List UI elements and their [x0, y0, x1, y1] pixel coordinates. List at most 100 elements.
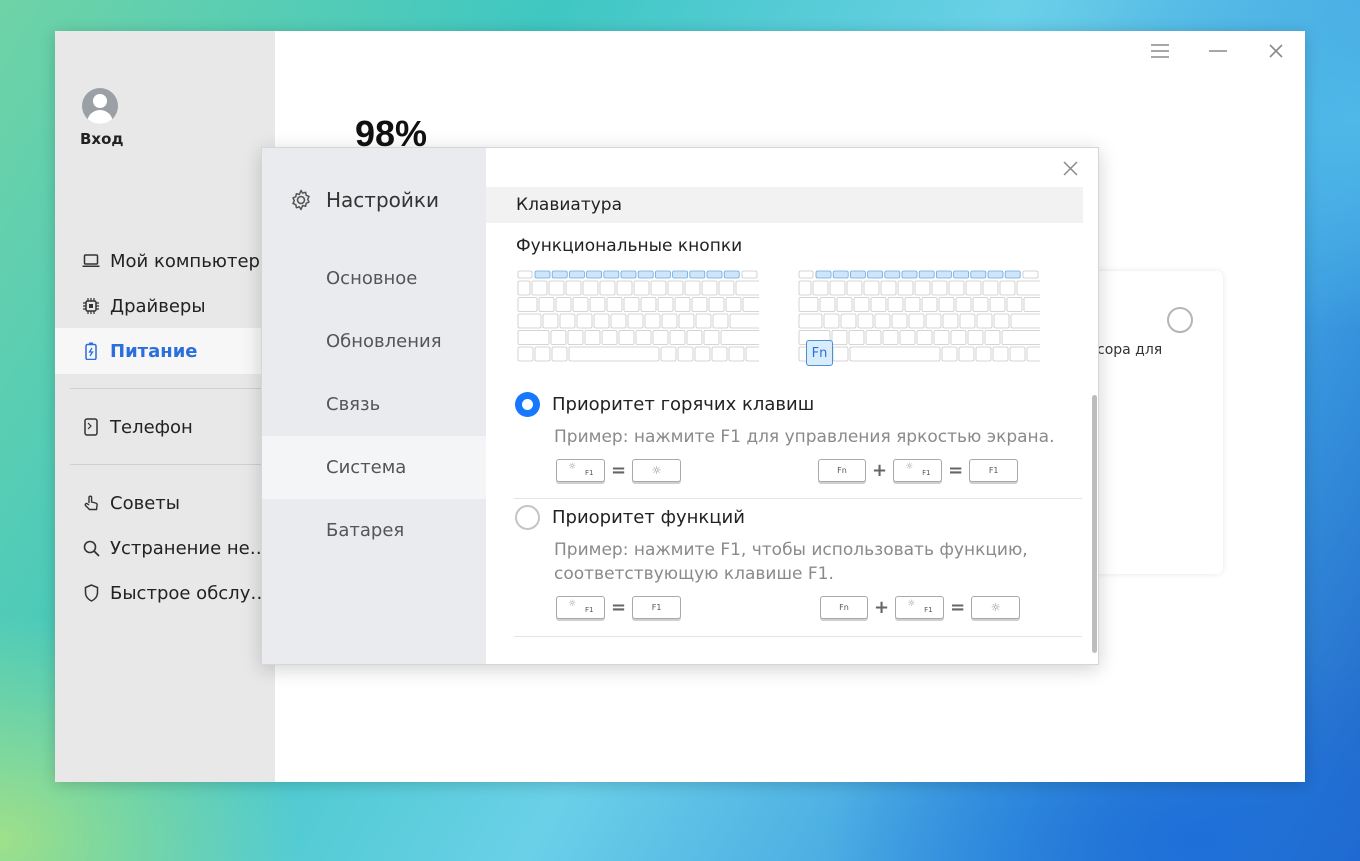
sidebar-item-label: Мой компьютер [110, 250, 260, 272]
keyboard-key [884, 270, 901, 279]
keyboard-key [1023, 297, 1040, 312]
keyboard-key [725, 297, 742, 312]
brightness-key: ☼ [632, 458, 682, 482]
keyboard-key [982, 280, 999, 296]
settings-sidebar: Настройки Основное Обновления Связь Сист… [262, 148, 486, 664]
keyboard-key [832, 270, 849, 279]
keyboard-key [635, 330, 652, 345]
shield-icon [82, 584, 100, 602]
sidebar-item-quick-service[interactable]: Быстрое обслу… [55, 571, 275, 615]
keyboard-key [565, 280, 582, 296]
keyboard-key [569, 270, 585, 279]
section-header: Клавиатура [486, 187, 1083, 223]
close-button[interactable] [1247, 31, 1305, 71]
keyboard-key [555, 297, 572, 312]
f1-key-result: F1 [632, 595, 682, 619]
f1-key: ☼ F1 [895, 595, 945, 619]
keyboard-key [584, 330, 601, 345]
search-icon [82, 539, 100, 557]
keyboard-key [644, 313, 661, 329]
keyboard-key [1022, 270, 1039, 279]
keyboard-key [925, 313, 942, 329]
sun-icon: ☼ [651, 463, 662, 477]
settings-nav-system[interactable]: Система [262, 436, 486, 499]
keyboard-key [959, 313, 976, 329]
keyboard-key [691, 297, 708, 312]
formula-hotkey-left: ☼ F1 = ☼ [556, 458, 682, 482]
settings-nav-general[interactable]: Основное [262, 247, 486, 310]
keyboard-key [517, 330, 550, 345]
keyboard-key [531, 280, 548, 296]
keyboard-key [1016, 280, 1040, 296]
keyboard-key [948, 280, 965, 296]
keyboard-key [627, 313, 644, 329]
sidebar-item-drivers[interactable]: Драйверы [55, 284, 275, 328]
keyboard-key [863, 280, 880, 296]
keyboard-key [657, 297, 674, 312]
minimize-button[interactable] [1189, 31, 1247, 71]
settings-dialog: Настройки Основное Обновления Связь Сист… [261, 147, 1099, 665]
sidebar-item-tips[interactable]: Советы [55, 481, 275, 525]
dialog-scrollbar[interactable] [1092, 395, 1097, 653]
function-priority-label[interactable]: Приоритет функций [552, 507, 745, 528]
keyboard-key [538, 297, 555, 312]
keyboard-key [684, 280, 701, 296]
keyboard-key [623, 297, 640, 312]
laptop-icon [82, 252, 100, 270]
hotkey-priority-label[interactable]: Приоритет горячих клавиш [552, 394, 814, 415]
keyboard-key [1004, 270, 1021, 279]
keyboard-key [689, 270, 706, 279]
keyboard-key [899, 330, 916, 345]
keyboard-key [589, 297, 606, 312]
keyboard-key [582, 280, 599, 296]
keyboard-key [931, 280, 948, 296]
settings-nav-connection[interactable]: Связь [262, 373, 486, 436]
settings-nav-battery[interactable]: Батарея [262, 499, 486, 562]
card-text: сора для [1097, 342, 1163, 358]
function-priority-radio[interactable] [515, 505, 540, 530]
keyboard-key [850, 270, 866, 279]
keyboard-key [517, 313, 542, 329]
keyboard-key [832, 346, 849, 362]
card-radio[interactable] [1167, 307, 1193, 333]
settings-title: Настройки [289, 188, 439, 212]
keyboard-key [812, 280, 829, 296]
keyboard-key [517, 270, 533, 279]
menu-button[interactable] [1131, 31, 1189, 71]
sidebar-item-power[interactable]: Питание [55, 328, 275, 374]
function-keys-heading: Функциональные кнопки [516, 236, 743, 256]
settings-title-label: Настройки [326, 188, 439, 212]
fn-key: Fn [820, 595, 868, 619]
keyboard-key [918, 270, 935, 279]
keyboard-key [660, 346, 677, 362]
avatar[interactable] [82, 88, 118, 124]
keyboard-key [568, 346, 660, 362]
keyboard-key [567, 330, 584, 345]
keyboard-key [586, 270, 602, 279]
hotkey-priority-radio[interactable] [515, 392, 540, 417]
settings-nav-updates[interactable]: Обновления [262, 310, 486, 373]
sidebar-item-troubleshooting[interactable]: Устранение не… [55, 526, 275, 570]
keyboard-key [999, 280, 1016, 296]
keyboard-key [904, 297, 921, 312]
keyboard-key [908, 313, 925, 329]
sidebar-item-my-computer[interactable]: Мой компьютер [55, 239, 275, 283]
keyboard-key [616, 280, 633, 296]
keyboard-key [880, 280, 897, 296]
gear-icon [292, 189, 310, 211]
keyboard-key [819, 297, 836, 312]
keyboard-key [576, 313, 593, 329]
keyboard-key [965, 280, 982, 296]
keyboard-key [1001, 330, 1040, 345]
keyboard-key [694, 346, 711, 362]
keyboard-key [848, 330, 865, 345]
keyboard-key [637, 270, 654, 279]
keyboard-key [870, 297, 887, 312]
keyboard-key [1010, 313, 1040, 329]
keyboard-key [984, 330, 1001, 345]
login-label[interactable]: Вход [80, 130, 124, 148]
keyboard-key [661, 313, 678, 329]
keyboard-illustration-fn [798, 270, 1040, 362]
keyboard-key [735, 280, 759, 296]
sidebar-item-phone[interactable]: Телефон [55, 405, 275, 449]
